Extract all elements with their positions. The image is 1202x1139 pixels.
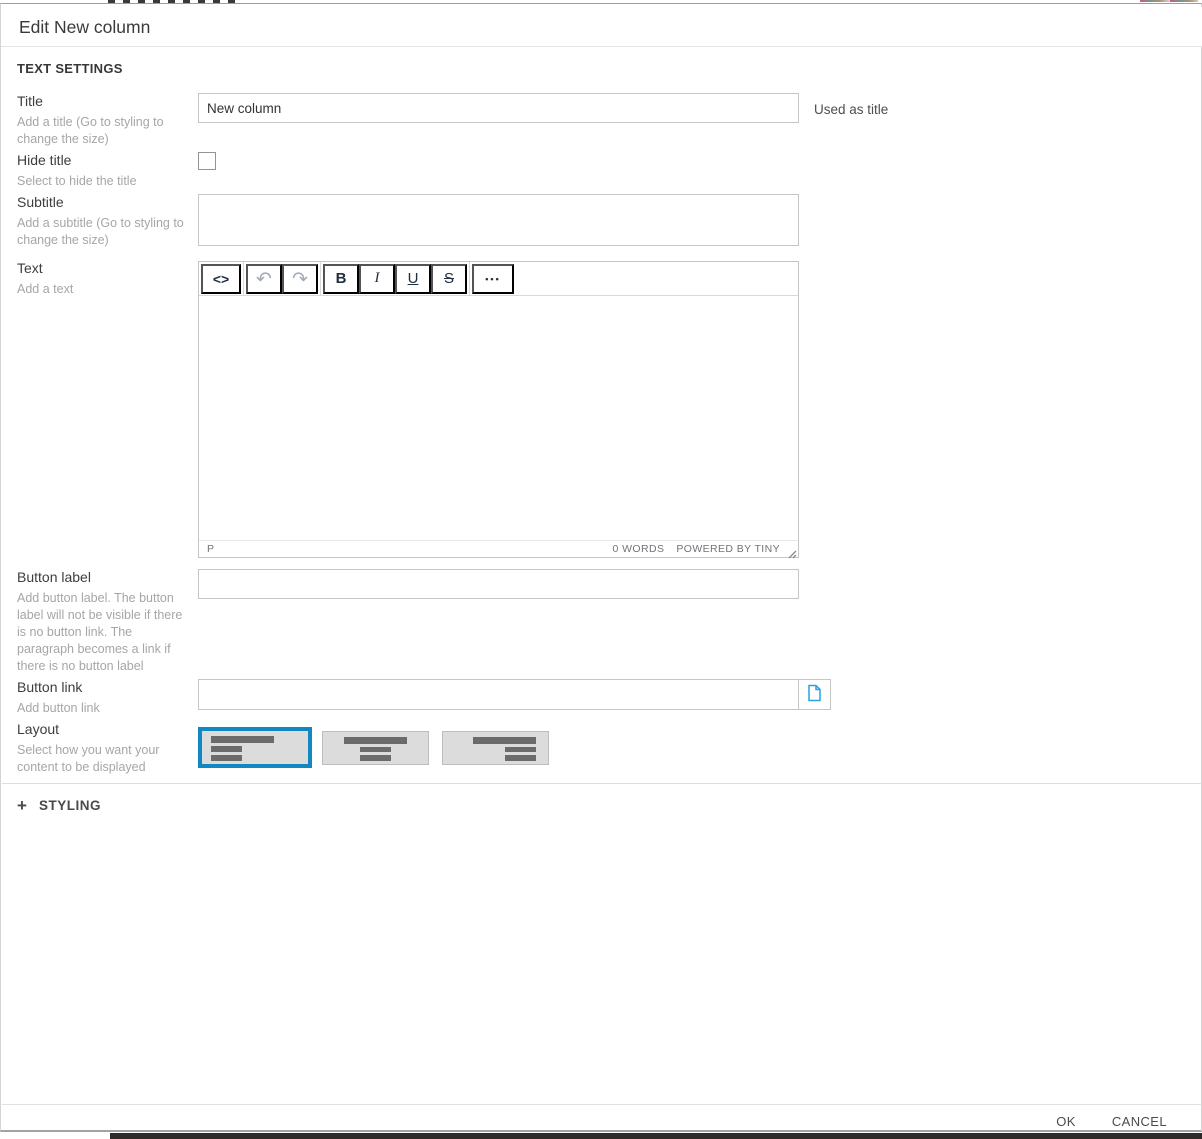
strikethrough-icon[interactable]: S	[431, 264, 467, 294]
layout-thumbnail-bar	[505, 755, 536, 761]
pick-link-button[interactable]	[798, 679, 831, 710]
subtitle-label: Subtitle	[17, 194, 64, 210]
toolbar-group-code: <>	[199, 262, 244, 295]
layout-thumbnail-bar	[360, 747, 391, 753]
resize-handle-icon[interactable]	[787, 546, 797, 556]
toolbar-group-more: •••	[470, 262, 516, 295]
rich-text-editor: <> ↶ ↷ B I U S ••• P	[198, 261, 799, 558]
layout-thumbnail-bar	[211, 746, 242, 752]
hide-title-help: Select to hide the title	[17, 173, 191, 190]
editor-content-area[interactable]	[199, 297, 798, 540]
word-count: 0 WORDS	[613, 543, 665, 555]
background-page-remnant-dots	[1140, 0, 1198, 2]
layout-thumbnail-bar	[505, 747, 536, 753]
layout-option-text-right[interactable]	[442, 731, 549, 765]
ok-button[interactable]: OK	[1056, 1114, 1076, 1129]
button-link-help: Add button link	[17, 700, 191, 717]
redo-icon[interactable]: ↷	[282, 264, 318, 294]
toolbar-group-format: B I U S	[321, 262, 470, 295]
dialog-footer: OK CANCEL	[1056, 1114, 1167, 1129]
styling-section-label: STYLING	[39, 798, 101, 813]
toolbar-group-history: ↶ ↷	[244, 262, 321, 295]
layout-thumbnail-bar	[360, 755, 391, 761]
text-label: Text	[17, 260, 43, 276]
page: Edit New column TEXT SETTINGS Title Add …	[0, 0, 1202, 1139]
cancel-button[interactable]: CANCEL	[1112, 1114, 1167, 1129]
used-as-title-note: Used as title	[814, 102, 888, 117]
element-path: P	[207, 543, 214, 555]
underline-icon[interactable]: U	[395, 264, 431, 294]
footer-divider	[2, 1104, 1202, 1105]
statusbar-right: 0 WORDS POWERED BY TINY	[613, 543, 790, 555]
hide-title-checkbox[interactable]	[198, 152, 216, 170]
hide-title-label: Hide title	[17, 152, 71, 168]
button-label-input[interactable]	[198, 569, 799, 599]
dialog-title: Edit New column	[19, 17, 150, 38]
title-input[interactable]	[198, 93, 799, 123]
powered-by-tiny: POWERED BY TINY	[676, 543, 780, 555]
italic-icon[interactable]: I	[359, 264, 395, 294]
layout-label: Layout	[17, 721, 59, 737]
dialog-header: Edit New column	[1, 7, 1202, 47]
button-link-input[interactable]	[198, 679, 799, 710]
layout-option-text-left[interactable]	[198, 727, 312, 768]
edit-column-dialog: Edit New column TEXT SETTINGS Title Add …	[0, 3, 1202, 1132]
layout-thumbnail-bar	[211, 736, 274, 743]
layout-thumbnail-bar	[344, 737, 407, 744]
layout-thumbnail-bar	[211, 755, 242, 761]
text-settings-heading: TEXT SETTINGS	[17, 61, 123, 76]
layout-thumbnail-bar	[473, 737, 536, 744]
background-page-remnant-bottom	[110, 1133, 1202, 1139]
layout-help: Select how you want your content to be d…	[17, 742, 191, 776]
styling-section-toggle[interactable]: + STYLING	[17, 794, 101, 816]
editor-toolbar: <> ↶ ↷ B I U S •••	[199, 262, 798, 296]
more-options-icon[interactable]: •••	[472, 264, 514, 294]
title-help: Add a title (Go to styling to change the…	[17, 114, 191, 148]
plus-icon: +	[17, 797, 27, 814]
button-label-label: Button label	[17, 569, 91, 585]
button-link-label: Button link	[17, 679, 82, 695]
undo-icon[interactable]: ↶	[246, 264, 282, 294]
layout-option-text-center[interactable]	[322, 731, 429, 765]
subtitle-help: Add a subtitle (Go to styling to change …	[17, 215, 191, 249]
button-label-help: Add button label. The button label will …	[17, 590, 191, 675]
styling-divider	[2, 783, 1202, 784]
bold-icon[interactable]: B	[323, 264, 359, 294]
document-icon	[807, 684, 822, 705]
title-label: Title	[17, 93, 43, 109]
subtitle-input[interactable]	[198, 194, 799, 246]
text-help: Add a text	[17, 281, 191, 298]
source-code-icon[interactable]: <>	[201, 264, 241, 294]
editor-statusbar: P 0 WORDS POWERED BY TINY	[199, 540, 798, 557]
